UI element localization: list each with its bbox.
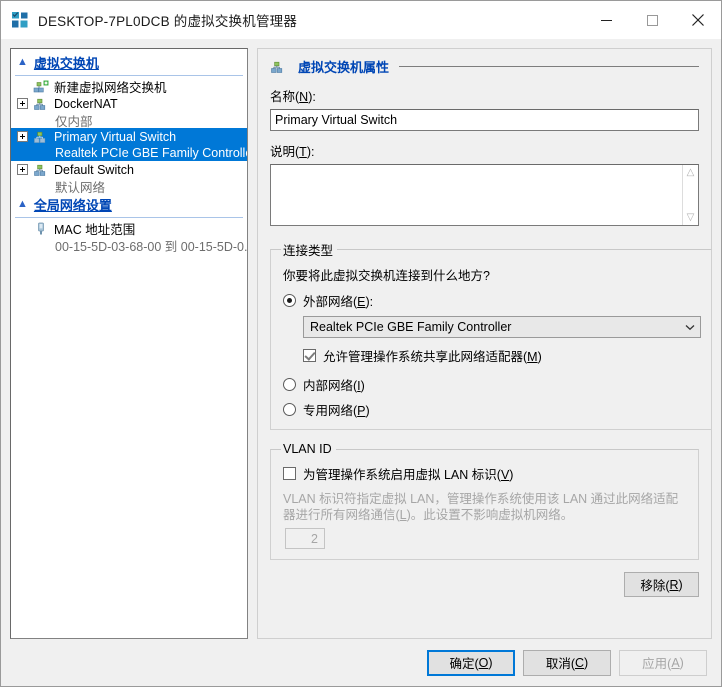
tree-section-label: 虚拟交换机 [33,56,99,71]
tree-item-default-switch[interactable]: Default Switch 默认网络 [11,161,247,195]
expand-icon[interactable] [17,131,28,142]
description-scrollbar[interactable]: △ ▽ [682,165,698,225]
tree-section-virtual-switches[interactable]: ▲ 虚拟交换机 [11,52,247,74]
hyperv-icon [11,11,29,29]
section-divider [15,217,243,218]
tree-item-primary-virtual-switch[interactable]: Primary Virtual Switch Realtek PCIe GBE … [11,128,247,161]
tree-section-global-network-settings[interactable]: ▲ 全局网络设置 [11,194,247,216]
dialog-footer: 确定(O) 取消(C) 应用(A) [1,639,721,686]
external-network-radio-row[interactable]: 外部网络(E): [283,291,701,310]
navigation-tree[interactable]: ▲ 虚拟交换机 新建虚拟网络交换机 DockerNAT 仅内部 Primary … [10,48,248,639]
panel-header: 虚拟交换机属性 [270,57,699,76]
tree-item-label: Primary Virtual Switch [54,129,177,144]
connection-type-group: 连接类型 你要将此虚拟交换机连接到什么地方? 外部网络(E): Realtek … [270,240,712,430]
switch-name-input[interactable] [270,109,699,131]
network-adapter-dropdown[interactable]: Realtek PCIe GBE Family Controller [303,316,701,338]
description-text[interactable] [271,165,682,225]
apply-button: 应用(A) [619,649,707,676]
scroll-up-icon[interactable]: △ [687,167,695,178]
ok-button[interactable]: 确定(O) [427,649,515,676]
expand-icon[interactable] [17,98,28,109]
window-controls [583,1,721,39]
virtual-switch-manager-window: DESKTOP-7PL0DCB 的虚拟交换机管理器 ▲ 虚拟交换机 新建虚拟网络… [0,0,722,687]
vlan-enable-label: 为管理操作系统启用虚拟 LAN 标识(V) [303,468,514,482]
vlan-id-stepper[interactable]: 2 [285,528,325,549]
description-label: 说明(T): [270,145,315,159]
vlan-id-group: VLAN ID 为管理操作系统启用虚拟 LAN 标识(V) VLAN 标识符指定… [270,442,699,560]
window-title: DESKTOP-7PL0DCB 的虚拟交换机管理器 [38,14,298,29]
remove-button-row: 移除(R) [270,572,699,597]
name-label: 名称(N): [270,90,316,104]
tree-section-label: 全局网络设置 [33,198,112,213]
external-network-label: 外部网络(E): [303,295,374,309]
mac-address-icon [33,221,49,237]
cancel-button[interactable]: 取消(C) [523,649,611,676]
external-network-radio[interactable] [283,294,296,307]
virtual-switch-icon [270,59,286,75]
new-virtual-switch-icon [33,79,49,95]
tree-item-sublabel: Realtek PCIe GBE Family Controller [55,146,248,160]
minimize-button[interactable] [583,1,629,39]
tree-item-sublabel: 仅内部 [55,114,93,129]
connection-hint: 你要将此虚拟交换机连接到什么地方? [283,269,490,283]
remove-button[interactable]: 移除(R) [624,572,699,597]
share-adapter-label: 允许管理操作系统共享此网络适配器(M) [323,350,542,364]
chevron-up-icon: ▲ [17,198,28,210]
private-network-radio[interactable] [283,403,296,416]
virtual-switch-icon [33,96,49,112]
vlan-enable-checkbox[interactable] [283,467,296,480]
private-network-label: 专用网络(P) [303,404,370,418]
internal-network-radio-row[interactable]: 内部网络(I) [283,375,701,394]
vlan-id-value: 2 [311,531,318,546]
chevron-up-icon: ▲ [17,56,28,68]
title-bar: DESKTOP-7PL0DCB 的虚拟交换机管理器 [1,1,721,39]
tree-item-label: Default Switch [54,162,134,177]
close-button[interactable] [675,1,721,39]
tree-item-new-virtual-switch[interactable]: 新建虚拟网络交换机 [11,78,247,95]
tree-item-dockernat[interactable]: DockerNAT 仅内部 [11,95,247,129]
network-adapter-value: Realtek PCIe GBE Family Controller [310,320,512,334]
maximize-button[interactable] [629,1,675,39]
expand-icon[interactable] [17,164,28,175]
panel-title: 虚拟交换机属性 [298,60,390,75]
tree-item-mac-address-range[interactable]: MAC 地址范围 00-15-5D-03-68-00 到 00-15-5D-0.… [11,220,248,254]
share-adapter-row[interactable]: 允许管理操作系统共享此网络适配器(M) [303,346,701,365]
share-adapter-checkbox[interactable] [303,349,316,362]
tree-item-label: DockerNAT [54,96,118,111]
description-textarea[interactable]: △ ▽ [270,164,699,226]
connection-type-legend: 连接类型 [283,244,334,258]
virtual-switch-icon [33,129,49,145]
section-divider [15,75,243,76]
scroll-down-icon[interactable]: ▽ [687,212,695,223]
switch-properties-panel: 虚拟交换机属性 名称(N): 说明(T): △ ▽ 连接类型 你要将此虚拟交换 [257,48,712,639]
vlan-enable-row[interactable]: 为管理操作系统启用虚拟 LAN 标识(V) [283,464,688,483]
private-network-radio-row[interactable]: 专用网络(P) [283,400,701,419]
tree-item-sublabel: 默认网络 [55,180,106,195]
header-rule [399,66,699,67]
dialog-body: ▲ 虚拟交换机 新建虚拟网络交换机 DockerNAT 仅内部 Primary … [1,39,721,639]
tree-item-label: 新建虚拟网络交换机 [54,81,167,95]
virtual-switch-icon [33,162,49,178]
adapter-select-row[interactable]: Realtek PCIe GBE Family Controller [303,316,701,338]
chevron-down-icon[interactable] [681,318,698,336]
internal-network-radio[interactable] [283,378,296,391]
vlan-legend: VLAN ID [283,442,332,456]
vlan-description: VLAN 标识符指定虚拟 LAN，管理操作系统使用该 LAN 通过此网络适配器进… [283,492,679,522]
tree-item-sublabel: 00-15-5D-03-68-00 到 00-15-5D-0... [55,239,248,254]
internal-network-label: 内部网络(I) [303,379,365,393]
